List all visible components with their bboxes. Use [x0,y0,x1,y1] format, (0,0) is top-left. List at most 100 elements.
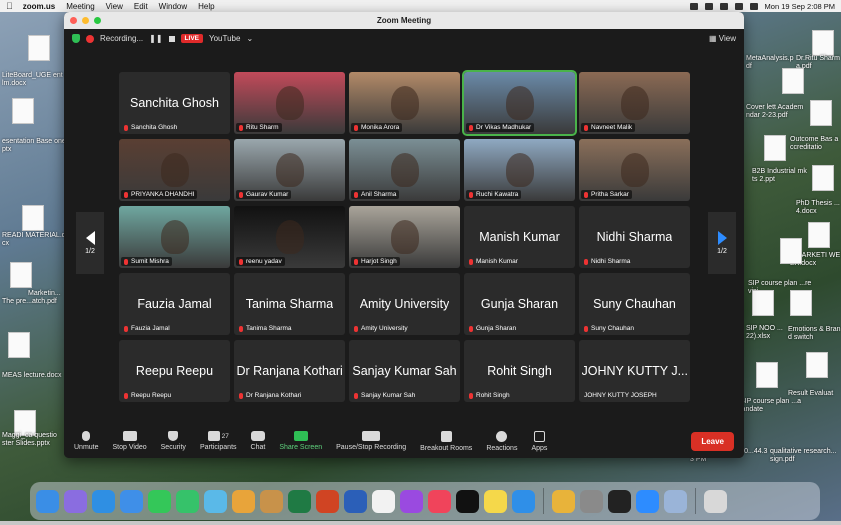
participant-tile[interactable]: Suny Chauhan Suny Chauhan [579,273,690,335]
participant-tile[interactable]: Tanima Sharma Tanima Sharma [234,273,345,335]
minimize-window-button[interactable] [82,17,89,24]
desktop-file-icon[interactable] [812,165,834,191]
desktop-file-label[interactable]: SIP course plan ...alandate [740,398,802,414]
participant-tile[interactable]: Reepu Reepu Reepu Reepu [119,340,230,402]
desktop-file-label[interactable]: Maggi_ca questio ster Slides.pptx [2,432,62,448]
desktop-file-label[interactable]: READI MATERIAL.docx [2,232,72,248]
window-titlebar[interactable]: Zoom Meeting [64,12,744,29]
safari-icon[interactable] [92,489,115,513]
apple-menu-icon[interactable]:  [6,1,13,11]
powerpoint-icon[interactable] [316,489,339,513]
view-button[interactable]: ▦ View [709,34,736,43]
facetime-icon[interactable] [148,489,171,513]
desktop-file-icon[interactable] [12,98,34,124]
close-window-button[interactable] [70,17,77,24]
participant-tile[interactable]: Fauzia Jamal Fauzia Jamal [119,273,230,335]
photos-icon[interactable] [232,489,255,513]
zoom-icon[interactable] [636,489,659,513]
participant-tile[interactable]: Pritha Sarkar [579,139,690,201]
zoom-window-button[interactable] [94,17,101,24]
desktop-file-icon[interactable] [8,332,30,358]
participant-tile[interactable]: JOHNY KUTTY J... JOHNY KUTTY JOSEPH [579,340,690,402]
finder-icon[interactable] [36,489,59,513]
search-icon[interactable] [734,2,743,10]
podcasts-icon[interactable] [400,489,423,513]
security-button[interactable]: Security [161,431,186,451]
desktop-file-icon[interactable] [810,100,832,126]
desktop-file-label[interactable]: SIP NOO ...22).xlsx [746,325,786,341]
desktop-file-icon[interactable] [756,362,778,388]
participant-tile[interactable]: Dr Vikas Madhukar [462,70,577,136]
chat-button[interactable]: Chat [251,431,265,451]
desktop-file-label[interactable]: Emotions & Brand switch [788,326,841,342]
appstore-icon[interactable] [512,489,535,513]
breakout-rooms-button[interactable]: Breakout Rooms [420,430,472,452]
messages-icon[interactable] [176,489,199,513]
desktop-file-label[interactable]: PhD Thesis ...4.docx [796,200,841,216]
participant-tile[interactable]: Dr Ranjana Kothari Dr Ranjana Kothari [234,340,345,402]
participant-tile[interactable]: Anil Sharma [349,139,460,201]
desktop-file-icon[interactable] [808,222,830,248]
menu-view[interactable]: View [106,2,123,11]
stream-target[interactable]: YouTube [209,34,240,43]
desktop-file-icon[interactable] [764,135,786,161]
wifi-icon[interactable] [704,2,713,10]
participant-tile[interactable]: Navneet Malik [579,72,690,134]
desktop-file-icon[interactable] [752,290,774,316]
next-page-button[interactable]: 1/2 [708,212,736,274]
desktop-file-label[interactable]: Outcome Bas accreditatio [790,136,841,152]
stop-video-button[interactable]: Stop Video [113,431,147,451]
reactions-button[interactable]: Reactions [486,430,517,452]
desktop-file-icon[interactable] [806,352,828,378]
pause-stop-recording-button[interactable]: Pause/Stop Recording [336,431,406,451]
maps-icon[interactable] [204,489,227,513]
desktop-file-label[interactable]: MEAS lecture.docx [2,372,72,380]
desktop-file-label[interactable]: B2B Industrial mkts 2.ppt [752,168,808,184]
control-center-icon[interactable] [749,2,758,10]
clock[interactable]: Mon 19 Sep 2:08 PM [765,2,835,11]
terminal-icon[interactable] [608,489,631,513]
participant-tile[interactable]: reenu yadav [234,206,345,268]
desktop-file-label[interactable]: qualitative research...sign.pdf [770,448,840,464]
previous-page-button[interactable]: 1/2 [76,212,104,274]
desktop-file-icon[interactable] [782,68,804,94]
desktop-file-label[interactable]: The pre...atch.pdf [2,298,72,306]
menu-meeting[interactable]: Meeting [66,2,94,11]
tv-icon[interactable] [456,489,479,513]
share-screen-button[interactable]: Share Screen [279,431,322,451]
desktop-file-label[interactable]: Result Evaluat [788,390,841,398]
participant-tile[interactable]: Harjot Singh [349,206,460,268]
music-icon[interactable] [428,489,451,513]
participant-tile[interactable]: Monika Arora [349,72,460,134]
unmute-button[interactable]: Unmute [74,431,99,451]
menu-app-name[interactable]: zoom.us [23,2,55,11]
participant-tile[interactable]: Sumit Mishra [119,206,230,268]
participant-tile[interactable]: Manish Kumar Manish Kumar [464,206,575,268]
excel-icon[interactable] [288,489,311,513]
mail-icon[interactable] [120,489,143,513]
desktop-file-label[interactable]: Cover lett Academ ndar 2-23.pdf [746,104,808,120]
participant-tile[interactable]: Amity University Amity University [349,273,460,335]
participant-tile[interactable]: Nidhi Sharma Nidhi Sharma [579,206,690,268]
apps-button[interactable]: Apps [531,430,547,452]
menu-window[interactable]: Window [159,2,187,11]
desktop-file-icon[interactable] [780,238,802,264]
desktop-file-icon[interactable] [22,205,44,231]
pause-recording-icon[interactable]: ❚❚ [149,34,162,43]
participant-tile[interactable]: Sanchita Ghosh Sanchita Ghosh [119,72,230,134]
leave-button[interactable]: Leave [691,431,734,451]
chrome-icon[interactable] [552,489,575,513]
desktop-file-label[interactable]: LiteBoard_UGE ent Film.docx [2,72,72,88]
participant-tile[interactable]: Ritu Sharm [234,72,345,134]
battery-icon[interactable] [719,2,728,10]
participant-tile[interactable]: Rohit Singh Rohit Singh [464,340,575,402]
chevron-down-icon[interactable]: ⌄ [246,34,253,43]
participant-tile[interactable]: Ruchi Kawatra [464,139,575,201]
contacts-icon[interactable] [260,489,283,513]
desktop-file-label[interactable]: esentation Base one.pptx [2,138,72,154]
word-icon[interactable] [344,489,367,513]
participant-tile[interactable]: Gunja Sharan Gunja Sharan [464,273,575,335]
launchpad-icon[interactable] [64,489,87,513]
stop-recording-icon[interactable] [168,35,175,42]
reminders-icon[interactable] [372,489,395,513]
